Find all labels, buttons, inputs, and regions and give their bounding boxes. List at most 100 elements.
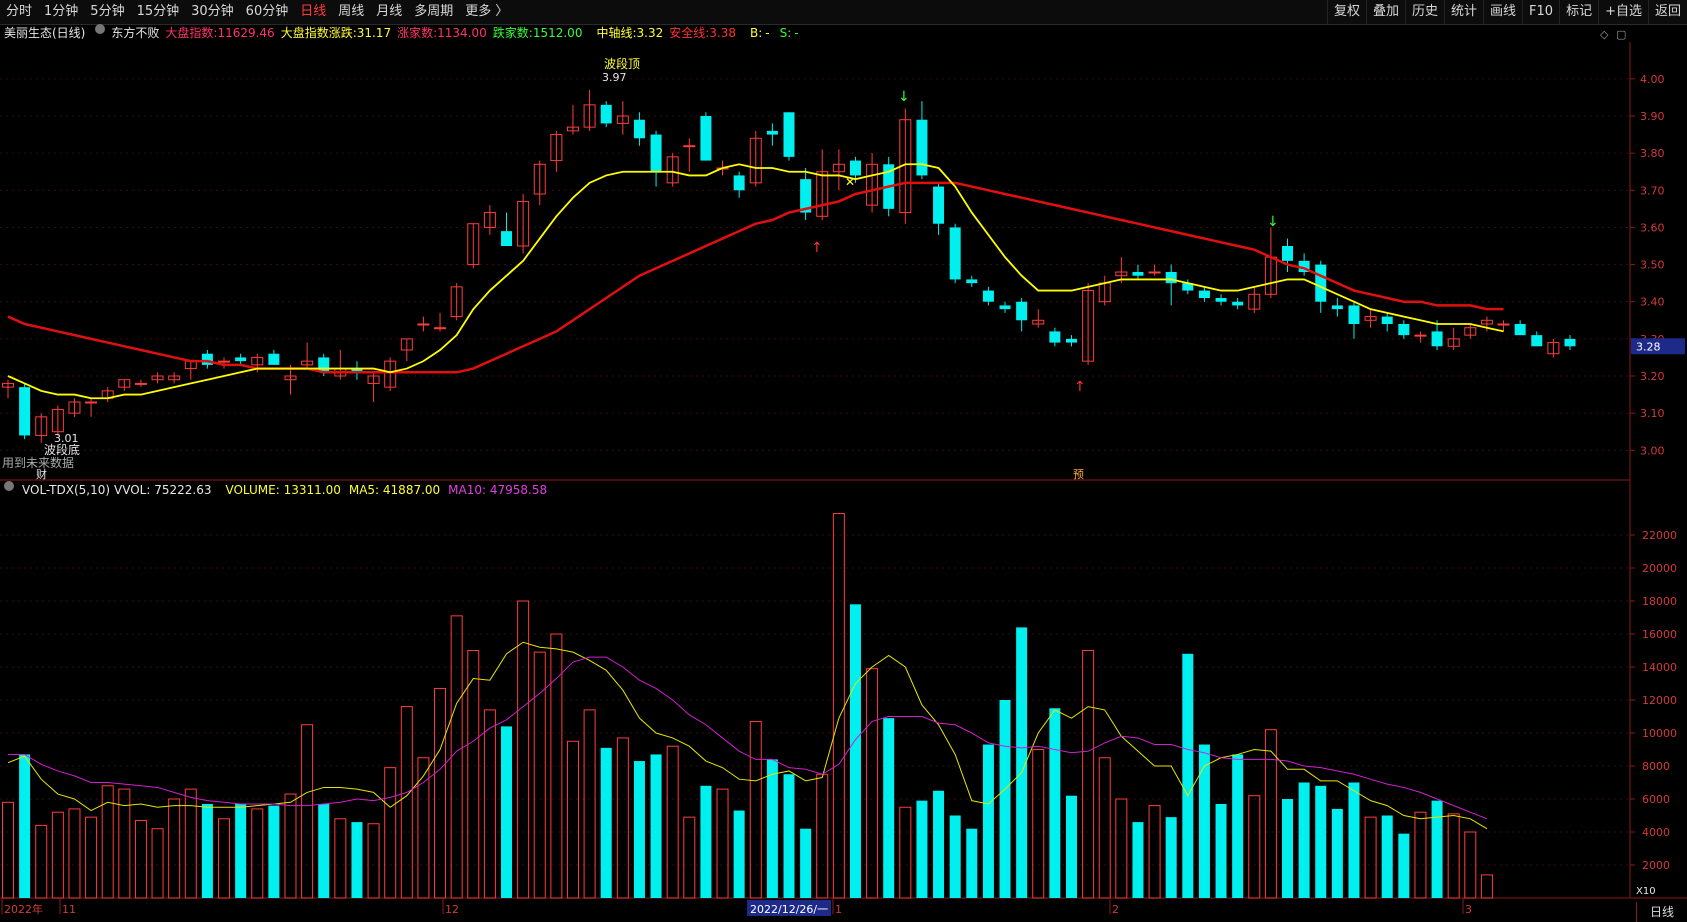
mid-line-ma bbox=[7, 163, 1504, 400]
volume-bar-up bbox=[450, 615, 463, 899]
volume-bar-down bbox=[766, 759, 778, 898]
volume-bar-up bbox=[284, 793, 297, 899]
tool-button-3[interactable]: 统计 bbox=[1444, 0, 1483, 24]
price-tick-label: 3.90 bbox=[1640, 110, 1665, 123]
volume-bar-down bbox=[933, 790, 945, 898]
volume-bar-up bbox=[301, 724, 314, 899]
volume-bar-down bbox=[800, 828, 812, 898]
volume-bar-down bbox=[916, 800, 928, 898]
volume-bar-down bbox=[1065, 795, 1077, 898]
sell-arrow-icon: ↓ bbox=[898, 89, 910, 105]
candle-body-up bbox=[1414, 334, 1427, 337]
candle-body-down bbox=[1348, 305, 1360, 324]
volume-tick-label: 16000 bbox=[1642, 628, 1677, 641]
volume-bar-up bbox=[1447, 813, 1460, 899]
volume-bar-down bbox=[235, 803, 247, 898]
volume-bar-up bbox=[1115, 798, 1128, 899]
volume-bar-up bbox=[517, 600, 530, 899]
volume-tick-label: 18000 bbox=[1642, 595, 1677, 608]
volume-bar-down bbox=[351, 822, 363, 898]
period-tab-8[interactable]: 月线 bbox=[370, 0, 408, 24]
candle-body-down bbox=[1165, 272, 1177, 284]
period-tab-9[interactable]: 多周期 bbox=[408, 0, 459, 24]
candle-body-down bbox=[783, 112, 795, 157]
volume-tick-label: 14000 bbox=[1642, 661, 1677, 674]
volume-bar-up bbox=[51, 811, 64, 899]
candle-body-down bbox=[268, 353, 280, 365]
buy-arrow-icon: ↑ bbox=[811, 240, 823, 256]
volume-bar-down bbox=[633, 761, 645, 898]
tool-buttons: 复权 叠加 历史 统计 画线 F10 标记 +自选 返回 bbox=[1326, 0, 1687, 24]
candle-body-down bbox=[1215, 298, 1227, 302]
candle-body-down bbox=[1514, 324, 1526, 336]
volume-bar-up bbox=[616, 737, 629, 899]
candle-body-down bbox=[1132, 272, 1144, 276]
tool-button-0[interactable]: 复权 bbox=[1326, 0, 1366, 24]
candle-body-down bbox=[600, 104, 612, 124]
volume-bar-up bbox=[35, 824, 48, 899]
period-tab-5[interactable]: 60分钟 bbox=[240, 0, 295, 24]
volume-tick-label: 6000 bbox=[1642, 793, 1670, 806]
period-tab-6[interactable]: 日线 bbox=[294, 0, 332, 24]
volume-tick-label: 2000 bbox=[1642, 859, 1670, 872]
volume-bar-down bbox=[1331, 808, 1343, 898]
volume-bar-down bbox=[318, 803, 330, 898]
volume-bar-up bbox=[367, 823, 380, 899]
peak-label: 波段顶 bbox=[604, 56, 640, 71]
candle-body-down bbox=[235, 357, 247, 362]
period-tab-4[interactable]: 30分钟 bbox=[185, 0, 240, 24]
volume-bar-up bbox=[716, 788, 729, 899]
period-tab-3[interactable]: 15分钟 bbox=[131, 0, 186, 24]
price-tick-label: 3.00 bbox=[1640, 444, 1665, 457]
price-tick-label: 3.60 bbox=[1640, 221, 1665, 234]
diamond-icon: ◇ bbox=[1600, 28, 1609, 41]
tool-button-5[interactable]: F10 bbox=[1522, 0, 1559, 24]
candle-body-down bbox=[982, 290, 994, 302]
period-indicator[interactable]: 日线 bbox=[1636, 902, 1687, 922]
volume-bar-up bbox=[68, 808, 81, 899]
candle-body-up bbox=[1497, 323, 1510, 326]
date-cursor-label: 2022/12/26/一 bbox=[750, 903, 828, 916]
candle-body-down bbox=[1065, 338, 1077, 343]
period-tab-0[interactable]: 分时 bbox=[0, 0, 38, 24]
price-tick-label: 3.10 bbox=[1640, 407, 1665, 420]
volume-bar-down bbox=[1182, 653, 1194, 898]
volume-bar-up bbox=[1032, 749, 1045, 899]
candle-body-up bbox=[85, 401, 98, 404]
date-label: 3 bbox=[1465, 903, 1472, 916]
volume-bar-down bbox=[1315, 785, 1327, 898]
volume-bar-down bbox=[733, 810, 745, 898]
period-tab-2[interactable]: 5分钟 bbox=[84, 0, 130, 24]
candle-body-down bbox=[849, 160, 861, 176]
candle-body-down bbox=[1282, 246, 1294, 261]
candle-body-down bbox=[1315, 264, 1327, 302]
tool-button-4[interactable]: 画线 bbox=[1483, 0, 1522, 24]
candle-body-up bbox=[434, 327, 447, 330]
candle-body-down bbox=[933, 186, 945, 224]
volume-bar-down bbox=[650, 754, 662, 898]
safe-line-ma bbox=[7, 181, 1504, 374]
volume-bar-up bbox=[434, 687, 447, 899]
volume-tick-label: 22000 bbox=[1642, 529, 1677, 542]
volume-bar-up bbox=[1364, 816, 1377, 899]
volume-bar-up bbox=[899, 806, 912, 899]
yu-marker: 预 bbox=[1073, 468, 1084, 481]
period-tab-10[interactable]: 更多 〉 bbox=[459, 0, 514, 24]
kline-chart[interactable]: 4.003.903.803.703.603.503.403.303.203.10… bbox=[0, 24, 1687, 922]
price-tick-label: 3.40 bbox=[1640, 296, 1665, 309]
tool-button-7[interactable]: +自选 bbox=[1598, 0, 1648, 24]
period-tab-7[interactable]: 周线 bbox=[332, 0, 370, 24]
tool-button-8[interactable]: 返回 bbox=[1647, 0, 1687, 24]
volume-bar-up bbox=[2, 801, 14, 899]
tool-button-1[interactable]: 叠加 bbox=[1365, 0, 1405, 24]
tool-button-6[interactable]: 标记 bbox=[1559, 0, 1598, 24]
price-tick-label: 3.20 bbox=[1640, 370, 1665, 383]
volume-bar-down bbox=[1165, 817, 1177, 898]
period-tab-1[interactable]: 1分钟 bbox=[38, 0, 84, 24]
tool-button-2[interactable]: 历史 bbox=[1404, 0, 1444, 24]
candle-body-down bbox=[733, 175, 745, 191]
volume-bar-up bbox=[866, 668, 879, 899]
volume-bar-down bbox=[1282, 799, 1294, 898]
volume-bar-up bbox=[218, 818, 231, 899]
volume-bar-up bbox=[1148, 805, 1161, 899]
